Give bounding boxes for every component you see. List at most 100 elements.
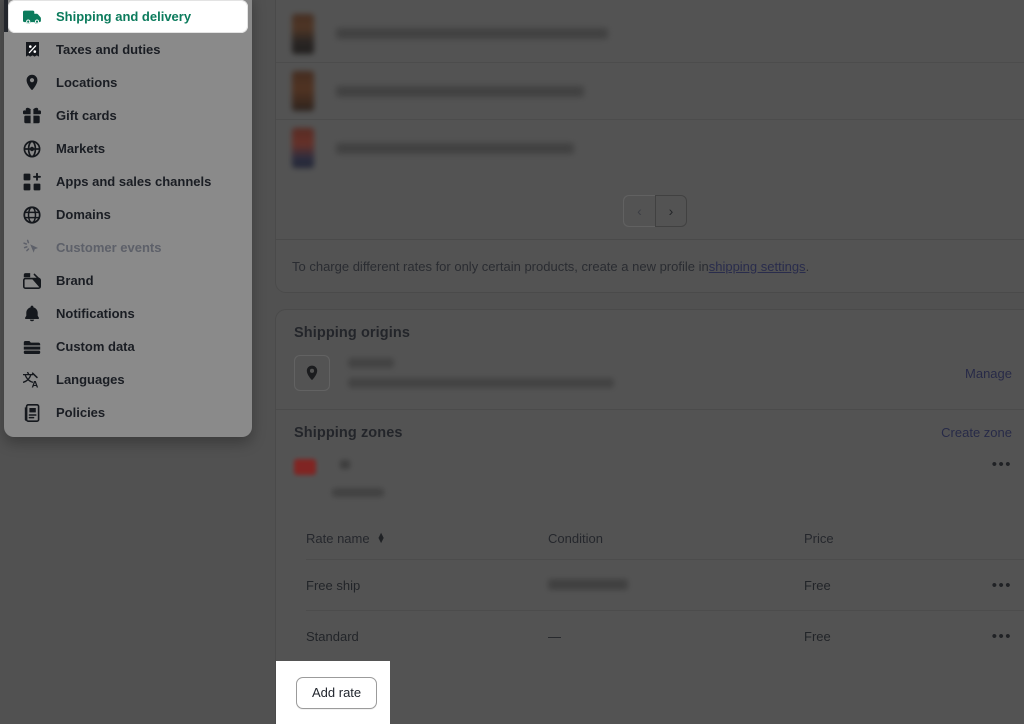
sidebar-item-markets[interactable]: Markets	[8, 132, 248, 165]
rate-name-cell: Standard	[306, 628, 359, 644]
product-thumbnail-icon	[292, 128, 314, 168]
product-title	[336, 85, 584, 97]
sidebar-item-brand[interactable]: Brand	[8, 264, 248, 297]
pagination-previous-button[interactable]: ‹	[623, 195, 655, 227]
shipping-origins-title: Shipping origins	[294, 325, 410, 341]
sidebar-item-label: Locations	[56, 75, 118, 90]
apps-plus-icon	[22, 172, 42, 192]
condition-header: Condition	[548, 530, 603, 546]
sidebar-item-label: Domains	[56, 207, 111, 222]
rate-menu-button[interactable]: •••	[972, 629, 1012, 644]
shipping-settings-link[interactable]: shipping settings	[709, 259, 806, 274]
chevron-right-icon: ›	[668, 203, 674, 219]
settings-nav-panel: Shipping and delivery Taxes and duties L…	[4, 0, 252, 437]
globe-icon	[22, 205, 42, 225]
sidebar-item-label: Custom data	[56, 339, 135, 354]
bell-icon	[22, 304, 42, 324]
product-title	[336, 28, 608, 39]
map-pin-icon	[294, 355, 330, 391]
sidebar-item-label: Taxes and duties	[56, 42, 161, 57]
sidebar-item-customer-events[interactable]: Customer events	[8, 231, 248, 264]
pagination: ‹ ›	[276, 195, 1024, 227]
sidebar-item-label: Languages	[56, 372, 125, 387]
sidebar-item-label: Notifications	[56, 306, 135, 321]
product-title	[336, 142, 574, 154]
rate-name-cell: Free ship	[306, 577, 361, 593]
sidebar-item-policies[interactable]: Policies	[8, 396, 248, 429]
add-rate-button[interactable]: Add rate	[296, 677, 378, 709]
rate-condition-value	[548, 578, 628, 590]
sidebar-item-label: Shipping and delivery	[56, 9, 192, 24]
sidebar-item-languages[interactable]: 文 A Languages	[8, 363, 248, 396]
sidebar-item-label: Apps and sales channels	[56, 174, 212, 189]
gift-icon	[22, 106, 42, 126]
rate-condition-cell	[548, 578, 804, 593]
truck-icon	[22, 7, 42, 27]
shipping-origins-header: Shipping origins	[276, 310, 1024, 341]
add-rate-spotlight: Add rate	[276, 661, 390, 724]
overflow-menu-icon: •••	[991, 576, 1012, 594]
price-header: Price	[804, 530, 834, 546]
rate-name-header-label: Rate name	[306, 530, 370, 546]
sidebar-item-label: Policies	[56, 405, 106, 420]
sidebar-item-custom-data[interactable]: Custom data	[8, 330, 248, 363]
shipping-origin-details	[348, 358, 965, 388]
sidebar-item-label: Brand	[56, 273, 94, 288]
table-row[interactable]: Free ship Free •••	[276, 560, 1024, 610]
shipping-origin-row: Manage	[276, 341, 1024, 409]
shipping-profile-products-card: ‹ › To charge different rates for only c…	[276, 0, 1024, 292]
product-row[interactable]	[276, 119, 1024, 176]
rate-condition-cell: —	[548, 628, 561, 644]
rate-price-cell: Free	[804, 628, 831, 644]
sidebar-item-apps-and-sales-channels[interactable]: Apps and sales channels	[8, 165, 248, 198]
product-thumbnail-icon	[292, 13, 314, 54]
receipt-percent-icon	[22, 40, 42, 60]
footer-text-before: To charge different rates for only certa…	[292, 258, 709, 274]
shipping-zones-title: Shipping zones	[294, 425, 403, 441]
products-card-footer: To charge different rates for only certa…	[276, 239, 1024, 292]
rates-table-header: Rate name ▲ ▼ Condition Price	[276, 517, 1024, 559]
footer-text-after: .	[805, 258, 810, 274]
translate-icon: 文 A	[22, 370, 42, 390]
sidebar-item-label: Customer events	[56, 240, 162, 255]
app-root: ‹ › To charge different rates for only c…	[0, 0, 1024, 724]
product-thumbnail-icon	[292, 71, 314, 111]
active-rail-indicator	[4, 0, 8, 32]
sidebar-item-notifications[interactable]: Notifications	[8, 297, 248, 330]
sidebar-item-locations[interactable]: Locations	[8, 66, 248, 99]
svg-text:A: A	[32, 379, 39, 388]
sidebar-item-taxes-and-duties[interactable]: Taxes and duties	[8, 33, 248, 66]
create-zone-link[interactable]: Create zone	[941, 425, 1012, 440]
sidebar-item-shipping-and-delivery[interactable]: Shipping and delivery	[8, 0, 248, 33]
pagination-next-button[interactable]: ›	[655, 195, 687, 227]
rate-price-cell: Free	[804, 577, 831, 593]
globe-target-icon	[22, 139, 42, 159]
sidebar-item-gift-cards[interactable]: Gift cards	[8, 99, 248, 132]
shipping-zone-row: •••	[276, 441, 1024, 507]
rate-menu-button[interactable]: •••	[972, 578, 1012, 593]
sidebar-item-domains[interactable]: Domains	[8, 198, 248, 231]
shipping-zone-details	[332, 457, 992, 497]
sidebar-item-label: Gift cards	[56, 108, 117, 123]
database-icon	[22, 337, 42, 357]
cursor-click-icon	[22, 238, 42, 258]
sort-arrows-icon: ▲ ▼	[376, 530, 386, 545]
chevron-down-icon	[340, 460, 350, 469]
manage-origins-link[interactable]: Manage	[965, 366, 1012, 381]
product-row[interactable]	[276, 62, 1024, 119]
shipping-zone-menu-button[interactable]: •••	[992, 457, 1012, 472]
overflow-menu-icon: •••	[991, 627, 1012, 645]
shipping-zone-subtitle	[332, 488, 384, 497]
shipping-zones-header: Shipping zones Create zone	[276, 410, 1024, 441]
country-flag-icon	[294, 459, 316, 475]
shipping-origin-address	[348, 378, 614, 388]
brand-image-icon	[22, 271, 42, 291]
chevron-left-icon: ‹	[637, 203, 642, 219]
document-scroll-icon	[22, 403, 42, 423]
rate-name-header[interactable]: Rate name ▲ ▼	[306, 531, 548, 546]
shipping-origin-name	[348, 358, 394, 368]
map-pin-icon	[22, 73, 42, 93]
product-row[interactable]	[276, 5, 1024, 62]
table-row[interactable]: Standard — Free •••	[276, 611, 1024, 661]
sidebar-item-label: Markets	[56, 141, 106, 156]
